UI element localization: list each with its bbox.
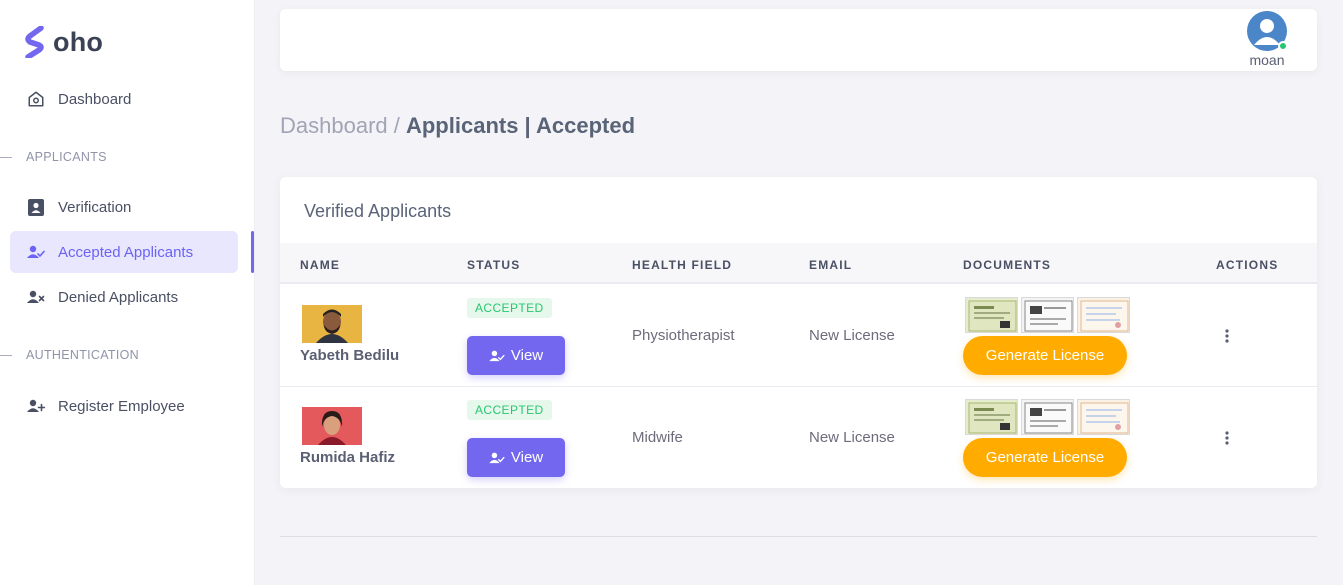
view-button-label: View [510,347,544,364]
document-thumbnail[interactable] [1077,297,1130,333]
table-header: NAME STATUS HEALTH FIELD EMAIL DOCUMENTS… [280,243,1317,284]
applicant-photo [302,407,362,445]
view-button[interactable]: View [467,336,565,375]
generate-license-button[interactable]: Generate License [963,438,1127,477]
home-icon [26,89,46,109]
column-header-actions: ACTIONS [1216,258,1279,272]
card-title: Verified Applicants [304,201,452,221]
document-thumbnail[interactable] [1077,399,1130,435]
verified-applicants-card: Verified Applicants NAME STATUS HEALTH F… [280,177,1317,488]
sidebar: oho Dashboard APPLICANTS Verification Ac… [0,0,255,585]
user-plus-icon [26,396,46,416]
column-header-status: STATUS [467,258,521,272]
view-button-label: View [510,449,544,466]
column-header-name: NAME [300,258,341,272]
id-card-icon [26,197,46,217]
sidebar-item-label: Denied Applicants [58,288,179,306]
document-thumbnail[interactable] [965,399,1018,435]
sidebar-item-label: Dashboard [58,90,132,108]
sidebar-item-verification[interactable]: Verification [10,186,238,228]
section-label: APPLICANTS [26,150,107,164]
more-actions-icon[interactable] [1221,429,1233,447]
breadcrumb-separator: / [387,113,406,138]
sidebar-item-denied-applicants[interactable]: Denied Applicants [10,276,238,318]
health-field: Midwife [632,429,683,446]
applicant-photo [302,305,362,343]
user-menu[interactable]: moan [1247,11,1288,68]
email-cell: New License [809,429,895,446]
table-row: Yabeth Bedilu ACCEPTED View Physiotherap… [280,285,1317,387]
active-indicator [251,231,254,273]
status-badge: ACCEPTED [467,400,552,420]
table-row: Rumida Hafiz ACCEPTED View Midwife New L… [280,387,1317,488]
sidebar-item-label: Accepted Applicants [58,243,194,261]
section-label: AUTHENTICATION [26,348,139,362]
breadcrumb-parent[interactable]: Dashboard [280,113,388,138]
user-check-icon [489,350,505,362]
online-status-indicator [1278,41,1288,51]
more-actions-icon[interactable] [1221,327,1233,345]
documents-list [965,399,1130,435]
column-header-documents: DOCUMENTS [963,258,1052,272]
top-navbar: moan [280,9,1317,71]
applicant-name: Yabeth Bedilu [300,347,400,364]
health-field: Physiotherapist [632,327,735,344]
sidebar-item-dashboard[interactable]: Dashboard [10,78,238,120]
documents-list [965,297,1130,333]
user-x-icon [26,287,46,307]
generate-license-button[interactable]: Generate License [963,336,1127,375]
logo-icon [25,26,44,58]
user-check-icon [26,242,46,262]
sidebar-item-label: Verification [58,198,132,216]
brand-logo[interactable]: oho [24,26,103,58]
sidebar-item-register-employee[interactable]: Register Employee [10,385,238,427]
user-name: moan [1249,52,1285,68]
column-header-email: EMAIL [809,258,853,272]
sidebar-item-label: Register Employee [58,397,185,415]
page-title: Applicants | Accepted [405,113,636,138]
view-button[interactable]: View [467,438,565,477]
section-authentication: AUTHENTICATION [0,348,139,362]
document-thumbnail[interactable] [965,297,1018,333]
breadcrumb: Dashboard / Applicants | Accepted [280,113,635,139]
brand-name: oho [53,26,104,57]
section-applicants: APPLICANTS [0,150,107,164]
status-badge: ACCEPTED [467,298,552,318]
document-thumbnail[interactable] [1021,399,1074,435]
column-header-health-field: HEALTH FIELD [632,258,733,272]
sidebar-item-accepted-applicants[interactable]: Accepted Applicants [10,231,238,273]
user-check-icon [489,452,505,464]
document-thumbnail[interactable] [1021,297,1074,333]
email-cell: New License [809,327,895,344]
applicant-name: Rumida Hafiz [300,449,396,466]
footer-divider [280,536,1317,537]
